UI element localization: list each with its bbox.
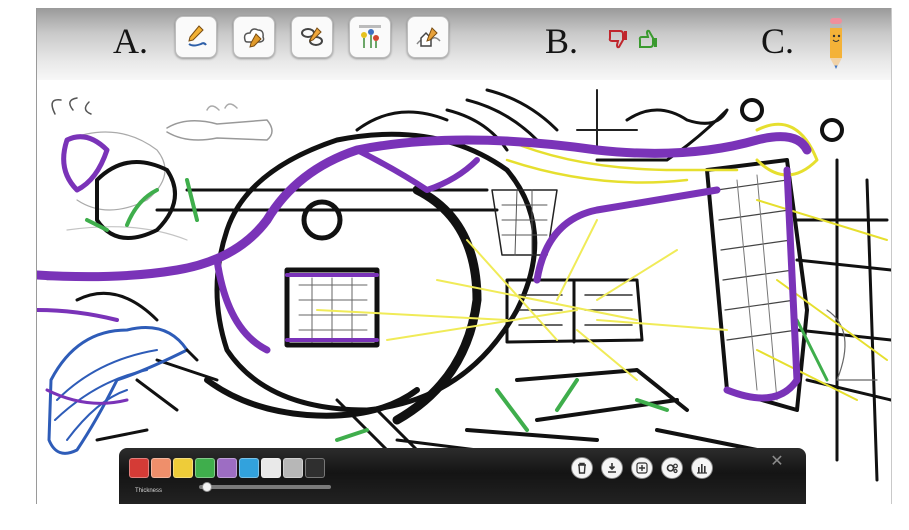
download-button[interactable] xyxy=(601,457,623,479)
clear-button[interactable] xyxy=(571,457,593,479)
color-swatch[interactable] xyxy=(283,458,303,478)
like-button[interactable] xyxy=(635,26,661,52)
section-a-label: A. xyxy=(113,21,148,61)
cloud-pencil-icon xyxy=(243,28,265,48)
thickness-slider-handle[interactable] xyxy=(201,482,212,492)
settings-button[interactable] xyxy=(661,457,683,479)
house-landscape-tool-button[interactable] xyxy=(407,16,449,58)
thickness-label: Thickness xyxy=(135,488,163,494)
cloud-pencil-tool-button[interactable] xyxy=(233,16,275,58)
add-icon xyxy=(636,462,648,474)
house-landscape-icon xyxy=(416,27,441,47)
pen-draw-tool-button[interactable] xyxy=(175,16,217,58)
section-b-label: B. xyxy=(545,21,579,61)
dislike-button[interactable] xyxy=(605,26,631,52)
flowers-scene-tool-button[interactable] xyxy=(349,16,391,58)
color-swatch[interactable] xyxy=(239,458,259,478)
link-tool-button[interactable] xyxy=(291,16,333,58)
close-toolbar-button[interactable]: ✕ xyxy=(769,454,785,470)
color-swatch[interactable] xyxy=(173,458,193,478)
pencil-icon xyxy=(830,18,842,69)
statistics-button[interactable] xyxy=(691,457,713,479)
flowers-scene-icon xyxy=(359,25,381,48)
thumbs-up-icon xyxy=(638,29,657,48)
section-c-label: C. xyxy=(761,21,795,61)
header-bar: A. B. C. xyxy=(37,8,891,80)
color-swatch[interactable] xyxy=(195,458,215,478)
color-swatch[interactable] xyxy=(151,458,171,478)
link-chain-icon xyxy=(301,27,323,46)
download-icon xyxy=(608,463,616,473)
color-swatch[interactable] xyxy=(305,458,325,478)
drawing-app: A. B. C. Thickness ✕ xyxy=(36,8,892,504)
color-swatch[interactable] xyxy=(217,458,237,478)
bar-chart-icon xyxy=(697,464,707,474)
settings-icon xyxy=(666,463,678,474)
thickness-slider[interactable] xyxy=(199,485,331,489)
trash-icon xyxy=(578,462,586,474)
drawing-canvas[interactable] xyxy=(37,80,891,504)
add-button[interactable] xyxy=(631,457,653,479)
thumbs-down-icon xyxy=(608,30,627,49)
color-swatch[interactable] xyxy=(261,458,281,478)
color-swatch[interactable] xyxy=(129,458,149,478)
pen-draw-icon xyxy=(188,25,207,47)
drawing-toolbar: Thickness ✕ xyxy=(119,448,806,504)
sketch-artwork xyxy=(37,88,891,492)
